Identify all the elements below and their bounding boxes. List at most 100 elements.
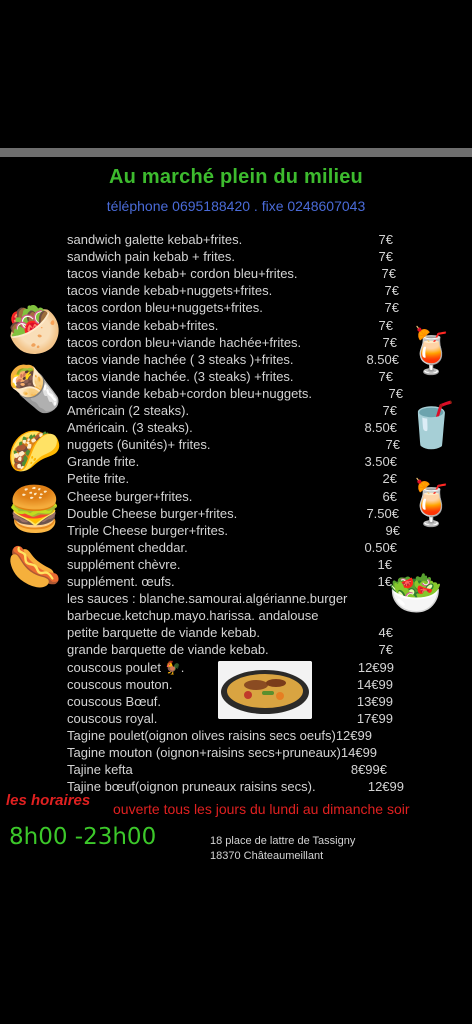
menu-item-label: couscous poulet 🐓. <box>67 659 185 675</box>
menu-item-label: Grande frite. <box>67 454 140 470</box>
menu-item: tacos cordon bleu+viande hachée+frites. 7… <box>0 334 472 351</box>
cocktail-icon: 🍹 <box>404 478 459 529</box>
menu-item: Double Cheese burger+frites. 7.50€ <box>0 505 472 522</box>
soda-cup-icon: 🥤 <box>404 400 459 451</box>
menu-item-label: nuggets (6unités)+ frites. <box>67 437 211 453</box>
menu-item-price: 7€ <box>381 266 396 282</box>
menu-item-price: 7€ <box>384 283 399 299</box>
menu-item: nuggets (6unités)+ frites. 7€ <box>0 436 472 453</box>
address-line-2: 18370 Châteaumeillant <box>210 850 324 862</box>
menu-item: Tagine poulet(oignon olives raisins secs… <box>0 727 472 744</box>
menu-item-label: tacos cordon bleu+nuggets+frites. <box>67 300 263 316</box>
menu-item: tacos viande hachée ( 3 steaks )+frites.… <box>0 351 472 368</box>
menu-item-label: tacos viande kebab+nuggets+frites. <box>67 283 273 299</box>
menu-item-price: 14€99 <box>356 676 393 692</box>
menu-item-label: couscous royal. <box>67 710 158 726</box>
menu-item-price: 7€ <box>385 437 400 453</box>
menu-item-price: 7€ <box>382 403 397 418</box>
menu-item-price: 12€99 <box>367 779 404 795</box>
menu-item-label: couscous mouton. <box>67 676 173 692</box>
menu-item-price: 13€99 <box>356 693 393 709</box>
menu-item-price: 17€99 <box>356 710 393 726</box>
menu-item-label: supplément. œufs. <box>67 574 175 589</box>
menu-item: Tajine kefta 8€99€ <box>0 761 472 778</box>
menu-item-price: 7€ <box>384 300 399 316</box>
burrito-icon: 🥙 <box>7 305 62 356</box>
menu-item-label: sandwich galette kebab+frites. <box>67 232 243 247</box>
menu-item-price: 7.50€ <box>366 505 399 521</box>
menu-item-label: Américain. (3 steaks). <box>67 420 193 436</box>
menu-item-label: Américain (2 steaks). <box>67 403 190 418</box>
menu-item-price: 7€ <box>378 642 393 658</box>
menu-item-price: 7€ <box>378 317 393 333</box>
menu-item-label: Tajine bœuf(oignon pruneaux raisins secs… <box>67 779 316 795</box>
menu-item: Triple Cheese burger+frites. 9€ <box>0 522 472 539</box>
menu-item-label: Tagine poulet(oignon olives raisins secs… <box>67 727 372 743</box>
menu-item-label: couscous Bœuf. <box>67 693 161 709</box>
menu-item-label: grande barquette de viande kebab. <box>67 642 269 658</box>
menu-item-label: tacos viande kebab+frites. <box>67 317 219 333</box>
menu-item-price: 7€ <box>378 249 393 265</box>
menu-item-label: Cheese burger+frites. <box>67 488 193 504</box>
menu-item-price: 4€ <box>378 625 393 641</box>
menu-item-price: 8.50€ <box>364 420 397 436</box>
menu-item-label: Double Cheese burger+frites. <box>67 505 238 521</box>
menu-item-price: 7€ <box>378 232 393 247</box>
menu-item-label: supplément cheddar. <box>67 539 188 555</box>
menu-item-label: tacos viande kebab+cordon bleu+nuggets. <box>67 385 313 401</box>
couscous-photo <box>218 661 312 719</box>
menu-item: Grande frite. 3.50€ <box>0 453 472 470</box>
menu-item: sandwich galette kebab+frites. 7€ <box>0 231 472 248</box>
burger-icon: 🍔 <box>7 484 62 535</box>
menu-item: tacos cordon bleu+nuggets+frites. 7€ <box>0 299 472 316</box>
phone-numbers: téléphone 0695188420 . fixe 0248607043 <box>106 198 366 214</box>
opening-days: ouverte tous les jours du lundi au diman… <box>113 801 410 817</box>
menu-item-price: 9€ <box>385 522 400 538</box>
opening-hours: 8h00 -23h00 <box>9 824 157 850</box>
menu-item: tacos viande kebab+ cordon bleu+frites. 7… <box>0 265 472 282</box>
menu-item: Cheese burger+frites. 6€ <box>0 488 472 505</box>
menu-item-label: tacos viande hachée. (3 steaks) +frites. <box>67 368 294 384</box>
menu-item-label: tacos viande hachée ( 3 steaks )+frites. <box>67 351 294 367</box>
wrap-icon: 🌯 <box>7 364 62 415</box>
menu-item-price: 8€99€ <box>350 762 387 778</box>
menu-item-price: 12€99 <box>357 659 394 675</box>
menu-item: Tagine mouton (oignon+raisins secs+prune… <box>0 744 472 761</box>
hours-label: les horaires <box>6 792 91 809</box>
menu-item: tacos viande kebab+frites. 7€ <box>0 317 472 334</box>
menu-item: supplément cheddar. 0.50€ <box>0 539 472 556</box>
menu-item-label: Petite frite. <box>67 471 130 487</box>
menu-item-label: supplément chèvre. <box>67 556 181 572</box>
menu-item-price: 7€ <box>382 334 397 350</box>
menu-item-label: barbecue.ketchup.mayo.harissa. andalouse <box>67 608 319 624</box>
menu-item-label: Tagine mouton (oignon+raisins secs+prune… <box>67 745 378 760</box>
menu-item-price: 3.50€ <box>364 454 397 470</box>
menu-item-label: les sauces : blanche.samourai.algérianne… <box>67 591 348 607</box>
menu-item-price: 8.50€ <box>366 351 399 367</box>
menu-item: Américain. (3 steaks). 8.50€ <box>0 419 472 436</box>
menu-item: sandwich pain kebab + frites. 7€ <box>0 248 472 265</box>
menu-item-price: 7€ <box>388 385 403 401</box>
menu-item-label: Tajine kefta <box>67 762 133 778</box>
menu-item: tacos viande hachée. (3 steaks) +frites.… <box>0 368 472 385</box>
hotdog-icon: 🌭 <box>7 542 62 593</box>
menu-item: tacos viande kebab+nuggets+frites. 7€ <box>0 282 472 299</box>
taco-icon: 🌮 <box>7 426 62 477</box>
cocktail-icon: 🍹 <box>404 326 459 377</box>
menu-item-price: 2€ <box>382 471 397 487</box>
menu-item: Américain (2 steaks). 7€ <box>0 402 472 419</box>
menu-item: grande barquette de viande kebab. 7€ <box>0 641 472 658</box>
menu-item-label: petite barquette de viande kebab. <box>67 625 260 641</box>
salad-icon: 🥗 <box>388 568 443 619</box>
menu-item: Petite frite. 2€ <box>0 470 472 487</box>
menu-item-label: tacos cordon bleu+viande hachée+frites. <box>67 334 302 350</box>
menu-item-label: Triple Cheese burger+frites. <box>67 522 229 538</box>
menu-item-price: 6€ <box>382 488 397 504</box>
menu-item-label: tacos viande kebab+ cordon bleu+frites. <box>67 266 298 282</box>
top-divider-bar <box>0 148 472 157</box>
menu-item: petite barquette de viande kebab. 4€ <box>0 624 472 641</box>
restaurant-name: Au marché plein du milieu <box>109 166 363 188</box>
menu-item: tacos viande kebab+cordon bleu+nuggets. 7… <box>0 385 472 402</box>
menu-item-price: 7€ <box>378 368 393 384</box>
menu-item-price: 0.50€ <box>364 539 397 555</box>
